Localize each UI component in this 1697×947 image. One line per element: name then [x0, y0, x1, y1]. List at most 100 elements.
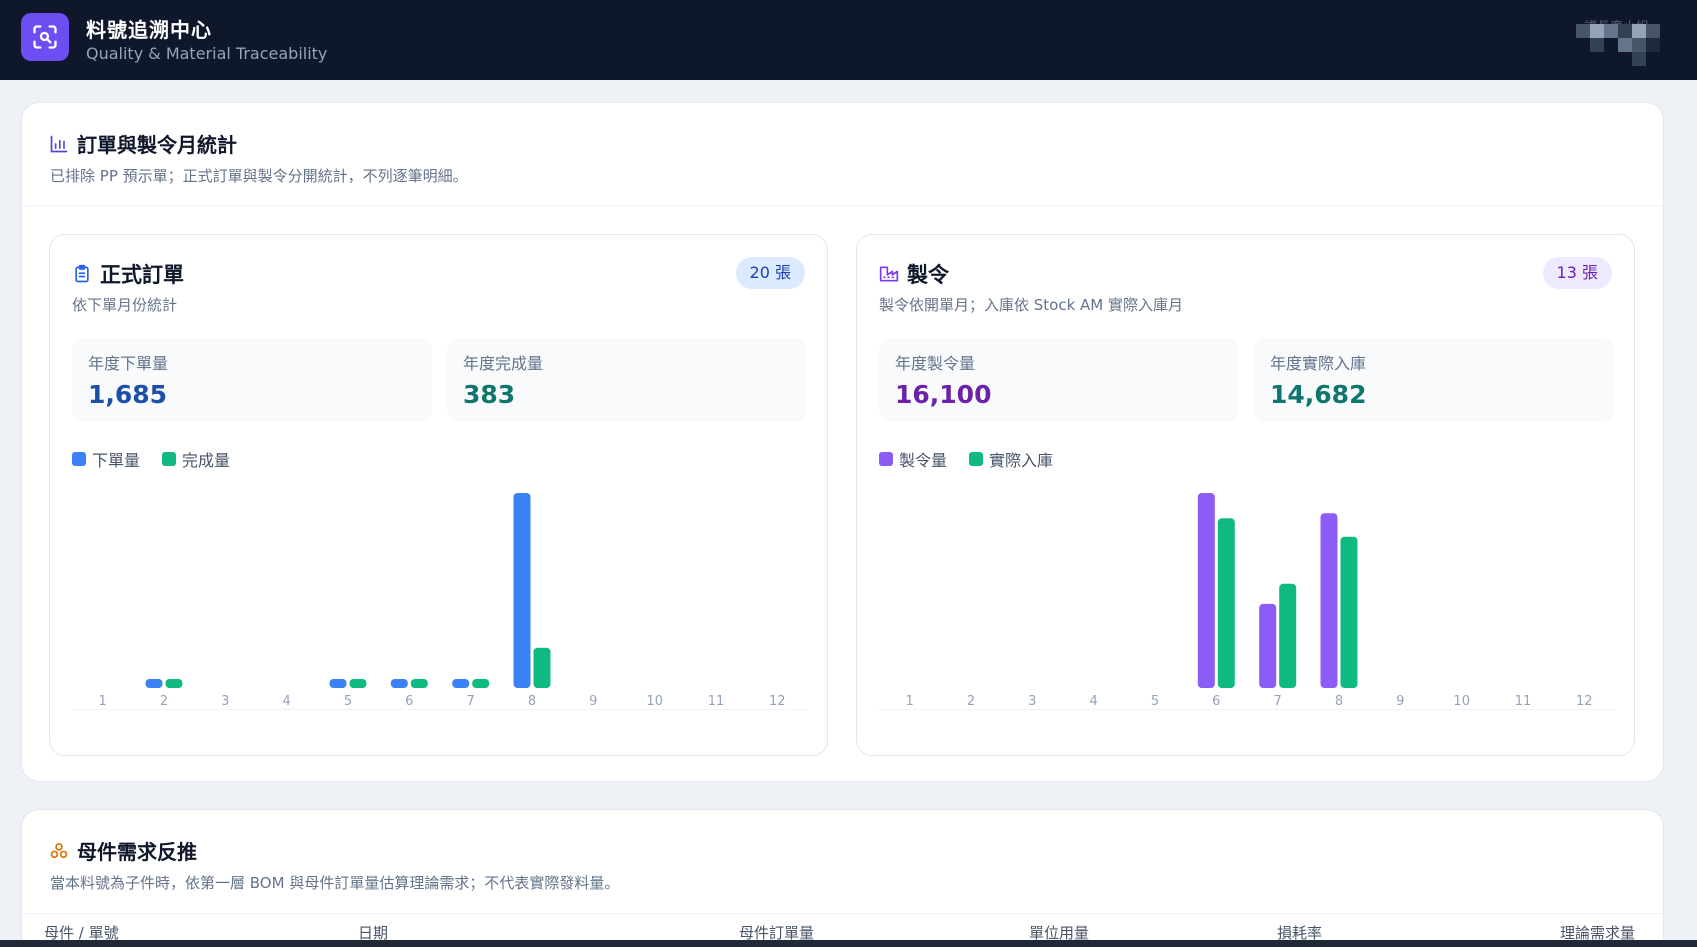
- stat-value: 1,685: [88, 380, 168, 409]
- x-tick-label: 5: [344, 694, 352, 709]
- pixelated-block: [1604, 24, 1618, 38]
- x-tick-label: 10: [1453, 694, 1470, 709]
- top-bar: 料號追溯中心 Quality & Material Traceability 譚…: [0, 0, 1697, 80]
- pixelated-block: [1646, 38, 1660, 52]
- orders-bar-chart: 1 2 3 4 5 6 7 8 9 10 11 12: [72, 493, 808, 710]
- app-subtitle: Quality & Material Traceability: [86, 44, 328, 63]
- annual-done-qty-stat: 年度完成量 383: [447, 338, 807, 422]
- mo-panel-subtitle: 製令依開單月；入庫依 Stock AM 實際入庫月: [879, 296, 1184, 314]
- legend-item[interactable]: 製令量: [879, 447, 947, 471]
- mo-bar-chart: 1 2 3 4 5 6 7 8 9 10 11 12: [879, 493, 1615, 710]
- factory-icon: [879, 266, 899, 282]
- legend-swatch: [969, 452, 984, 466]
- orders-panel-title: 正式訂單: [72, 259, 184, 289]
- x-tick-label: 2: [967, 694, 975, 709]
- orders-panel-title-text: 正式訂單: [100, 263, 184, 287]
- chart-bar[interactable]: [329, 679, 347, 688]
- chart-bar[interactable]: [1340, 536, 1358, 688]
- x-tick-label: 7: [1274, 694, 1282, 709]
- chart-bar[interactable]: [1197, 493, 1215, 688]
- x-tick-label: 11: [708, 694, 725, 709]
- legend-swatch: [72, 452, 86, 466]
- bar-chart-icon: [50, 135, 68, 152]
- pixelated-block: [1618, 24, 1632, 38]
- legend-item[interactable]: 下單量: [72, 447, 140, 471]
- chart-bar[interactable]: [145, 679, 163, 688]
- monthly-stats-title: 訂單與製令月統計: [49, 129, 237, 158]
- mo-panel-title-text: 製令: [907, 263, 949, 287]
- boxes-icon: [50, 842, 68, 858]
- x-tick-label: 3: [221, 694, 229, 709]
- legend-label: 完成量: [182, 451, 231, 470]
- stat-label: 年度實際入庫: [1270, 354, 1367, 373]
- legend-item[interactable]: 完成量: [162, 447, 230, 471]
- x-tick-label: 4: [1090, 694, 1098, 709]
- x-tick-label: 12: [769, 694, 786, 709]
- pixelated-block: [1576, 24, 1590, 38]
- x-tick-label: 3: [1028, 694, 1036, 709]
- chart-bar[interactable]: [452, 679, 470, 688]
- orders-count-badge: 20 張: [735, 257, 805, 289]
- chart-bar[interactable]: [513, 493, 531, 688]
- app-logo[interactable]: [21, 13, 69, 61]
- pixelated-block: [1590, 24, 1604, 38]
- x-tick-label: 11: [1515, 694, 1532, 709]
- x-tick-label: 7: [467, 694, 475, 709]
- x-tick-label: 1: [906, 694, 914, 709]
- x-tick-label: 2: [160, 694, 168, 709]
- chart-bar[interactable]: [533, 647, 551, 688]
- x-tick-label: 9: [1396, 694, 1404, 709]
- pixelated-block: [1590, 38, 1604, 52]
- window-bottom-edge: [0, 940, 1697, 947]
- chart-bar[interactable]: [410, 679, 428, 688]
- chart-bar[interactable]: [349, 679, 367, 688]
- annual-order-qty-stat: 年度下單量 1,685: [72, 338, 432, 422]
- annual-mo-qty-stat: 年度製令量 16,100: [879, 338, 1239, 422]
- x-tick-label: 4: [283, 694, 291, 709]
- user-menu[interactable]: 譚長廣小姐: [1576, 16, 1672, 66]
- x-tick-label: 8: [1335, 694, 1343, 709]
- card-divider: [22, 205, 1663, 206]
- table-header: 母件 / 單號 日期 母件訂單量 單位用量 損耗率 理論需求量: [0, 922, 1697, 942]
- chart-bar[interactable]: [390, 679, 408, 688]
- legend-item[interactable]: 實際入庫: [969, 447, 1053, 471]
- x-tick-label: 6: [1212, 694, 1220, 709]
- x-tick-label: 10: [646, 694, 663, 709]
- stat-value: 383: [463, 380, 516, 409]
- chart-bar[interactable]: [165, 679, 183, 688]
- stat-label: 年度下單量: [88, 354, 169, 373]
- legend-label: 製令量: [899, 451, 948, 470]
- x-tick-label: 6: [405, 694, 413, 709]
- mo-count-badge: 13 張: [1542, 257, 1612, 289]
- legend-label: 實際入庫: [989, 451, 1054, 470]
- mo-legend: 製令量 實際入庫: [879, 447, 1053, 471]
- monthly-stats-card: 訂單與製令月統計 已排除 PP 預示單；正式訂單與製令分開統計，不列逐筆明細。 …: [21, 102, 1664, 782]
- clipboard-list-icon: [75, 264, 89, 283]
- pixelated-block: [1632, 38, 1646, 52]
- stat-value: 14,682: [1270, 380, 1367, 409]
- legend-swatch: [879, 452, 893, 466]
- monthly-stats-description: 已排除 PP 預示單；正式訂單與製令分開統計，不列逐筆明細。: [50, 167, 468, 185]
- card-divider: [22, 913, 1663, 914]
- annual-stockin-qty-stat: 年度實際入庫 14,682: [1254, 338, 1614, 422]
- chart-bar[interactable]: [472, 679, 490, 688]
- mo-panel: 製令 13 張 製令依開單月；入庫依 Stock AM 實際入庫月 年度製令量 …: [856, 234, 1635, 756]
- stat-label: 年度製令量: [895, 354, 976, 373]
- x-tick-label: 12: [1576, 694, 1593, 709]
- x-tick-label: 8: [528, 694, 536, 709]
- legend-label: 下單量: [92, 451, 141, 470]
- chart-bar[interactable]: [1279, 583, 1297, 688]
- pixelated-block: [1632, 24, 1646, 38]
- pixelated-block: [1646, 24, 1660, 38]
- parent-demand-description: 當本料號為子件時，依第一層 BOM 與母件訂單量估算理論需求；不代表實際發料量。: [50, 874, 620, 892]
- chart-bar[interactable]: [1320, 513, 1338, 688]
- pixelated-block: [1632, 52, 1646, 66]
- x-tick-label: 9: [589, 694, 597, 709]
- x-tick-label: 5: [1151, 694, 1159, 709]
- orders-panel: 正式訂單 20 張 依下單月份統計 年度下單量 1,685 年度完成量 383 …: [49, 234, 828, 756]
- chart-bar[interactable]: [1217, 518, 1235, 688]
- mo-panel-title: 製令: [879, 259, 949, 289]
- orders-panel-subtitle: 依下單月份統計: [72, 296, 178, 314]
- chart-bar[interactable]: [1259, 603, 1277, 688]
- parent-demand-title-text: 母件需求反推: [77, 840, 197, 864]
